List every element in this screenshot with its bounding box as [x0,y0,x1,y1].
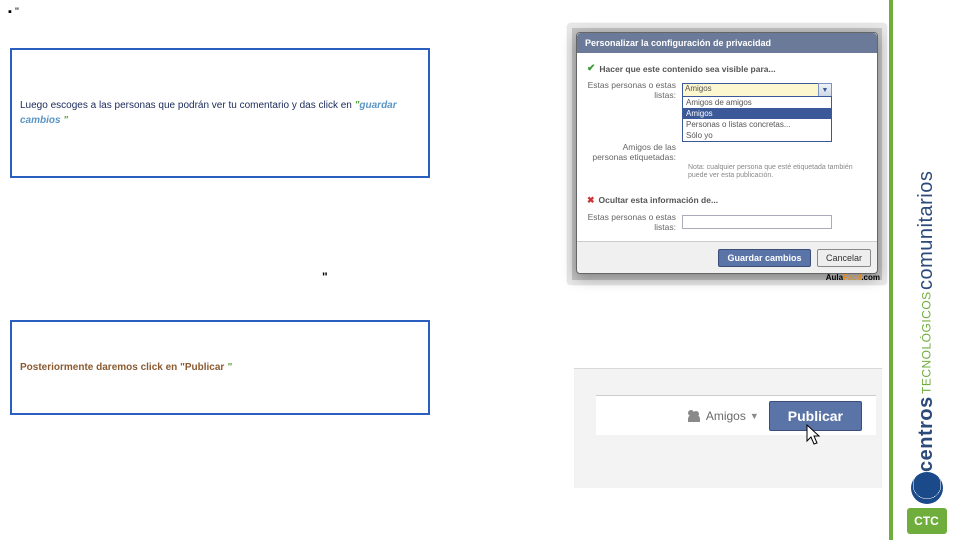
opt-only-me[interactable]: Sólo yo [683,130,831,141]
accent-bar [889,0,893,540]
watermark: AulaFacil.com [826,273,880,282]
dialog-title: Personalizar la configuración de privaci… [577,33,877,53]
audience-pill-label: Amigos [706,409,746,423]
publish-screenshot: Amigos ▼ Publicar [574,368,882,488]
instr1-quote-close: " [61,115,69,126]
hide-input[interactable] [682,215,832,229]
bullet-marker: ▪ " [8,6,19,18]
ctc-logo: CTC [907,508,947,534]
dropdown-arrow-icon[interactable]: ▼ [818,83,832,97]
audience-pill[interactable]: Amigos ▼ [688,409,759,423]
seal-logo [911,472,943,504]
stray-quote: " [322,270,328,284]
visible-section-title: Hacer que este contenido sea visible par… [599,64,775,74]
brand-word3: comunitarios [915,170,938,289]
instr2-word: Publicar [185,362,224,373]
cursor-icon [804,423,824,447]
hide-section-title: Ocultar esta información de... [599,195,719,205]
opt-friends-of-friends[interactable]: Amigos de amigos [683,97,831,108]
audience-select[interactable]: Amigos ▼ [682,83,832,97]
privacy-dialog: Personalizar la configuración de privaci… [576,32,878,274]
cancel-button[interactable]: Cancelar [817,249,871,267]
brand-vertical-text: centros TECNOLÓGICOS comunitarios [915,12,938,472]
audience-dropdown[interactable]: Amigos de amigos Amigos Personas o lista… [682,96,832,142]
row2-label: Amigos de las personas etiquetadas: [587,142,682,162]
row3-label: Estas personas o estas listas: [587,212,682,232]
x-icon: ✖ [587,195,595,206]
caret-down-icon: ▼ [750,411,759,421]
wm1: Aula [826,273,843,282]
wm2: Facil [843,273,861,282]
privacy-dialog-screenshot: Personalizar la configuración de privaci… [568,24,886,284]
wm3: .com [861,273,880,282]
brand-word1: centros [915,396,938,472]
save-button[interactable]: Guardar cambios [718,249,810,267]
instr2-qc: " [224,362,232,373]
instruction-box-2: Posteriormente daremos click en "Publica… [10,320,430,415]
instr1-text: Luego escoges a las personas que podrán … [20,100,355,111]
tag-note: Nota: cualquier persona que esté etiquet… [688,164,867,181]
audience-selected: Amigos [685,84,712,93]
instruction-box-1: Luego escoges a las personas que podrán … [10,48,430,178]
people-icon [688,410,702,422]
brand-word2: TECNOLÓGICOS [920,292,934,395]
check-icon: ✔ [587,63,595,74]
opt-specific[interactable]: Personas o listas concretas... [683,119,831,130]
opt-friends[interactable]: Amigos [683,108,831,119]
brand-sidebar: centros TECNOLÓGICOS comunitarios CTC [892,0,960,540]
instr2-text: Posteriormente daremos click en [20,362,180,373]
row1-label: Estas personas o estas listas: [587,80,682,100]
